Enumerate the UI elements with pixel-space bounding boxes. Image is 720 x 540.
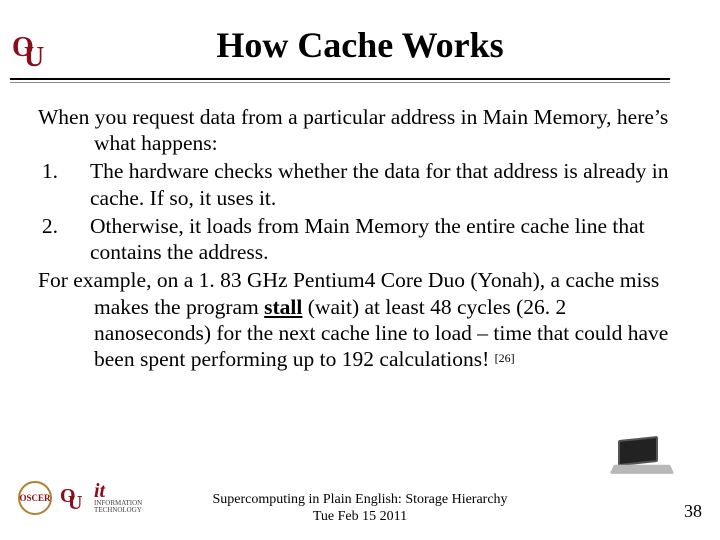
title-rule-thin <box>10 82 670 83</box>
example-paragraph: For example, on a 1. 83 GHz Pentium4 Cor… <box>38 267 672 372</box>
example-stall-word: stall <box>264 295 302 319</box>
list-number: 1. <box>38 158 66 210</box>
list-number: 2. <box>38 213 66 265</box>
footer-center: Supercomputing in Plain English: Storage… <box>0 492 720 526</box>
example-citation: [26] <box>495 351 515 365</box>
footer-line1: Supercomputing in Plain English: Storage… <box>0 492 720 509</box>
slide: O U How Cache Works When you request dat… <box>0 0 720 540</box>
list-text: Otherwise, it loads from Main Memory the… <box>66 213 672 265</box>
slide-body: When you request data from a particular … <box>38 104 672 374</box>
page-number: 38 <box>684 501 702 522</box>
intro-text: When you request data from a particular … <box>38 104 672 156</box>
slide-title: How Cache Works <box>0 24 720 66</box>
list-item: 1. The hardware checks whether the data … <box>38 158 672 210</box>
laptop-screen <box>618 436 658 466</box>
list-text: The hardware checks whether the data for… <box>66 158 672 210</box>
title-rule-thick <box>10 78 670 80</box>
footer-line2: Tue Feb 15 2011 <box>0 509 720 526</box>
list-item: 2. Otherwise, it loads from Main Memory … <box>38 213 672 265</box>
